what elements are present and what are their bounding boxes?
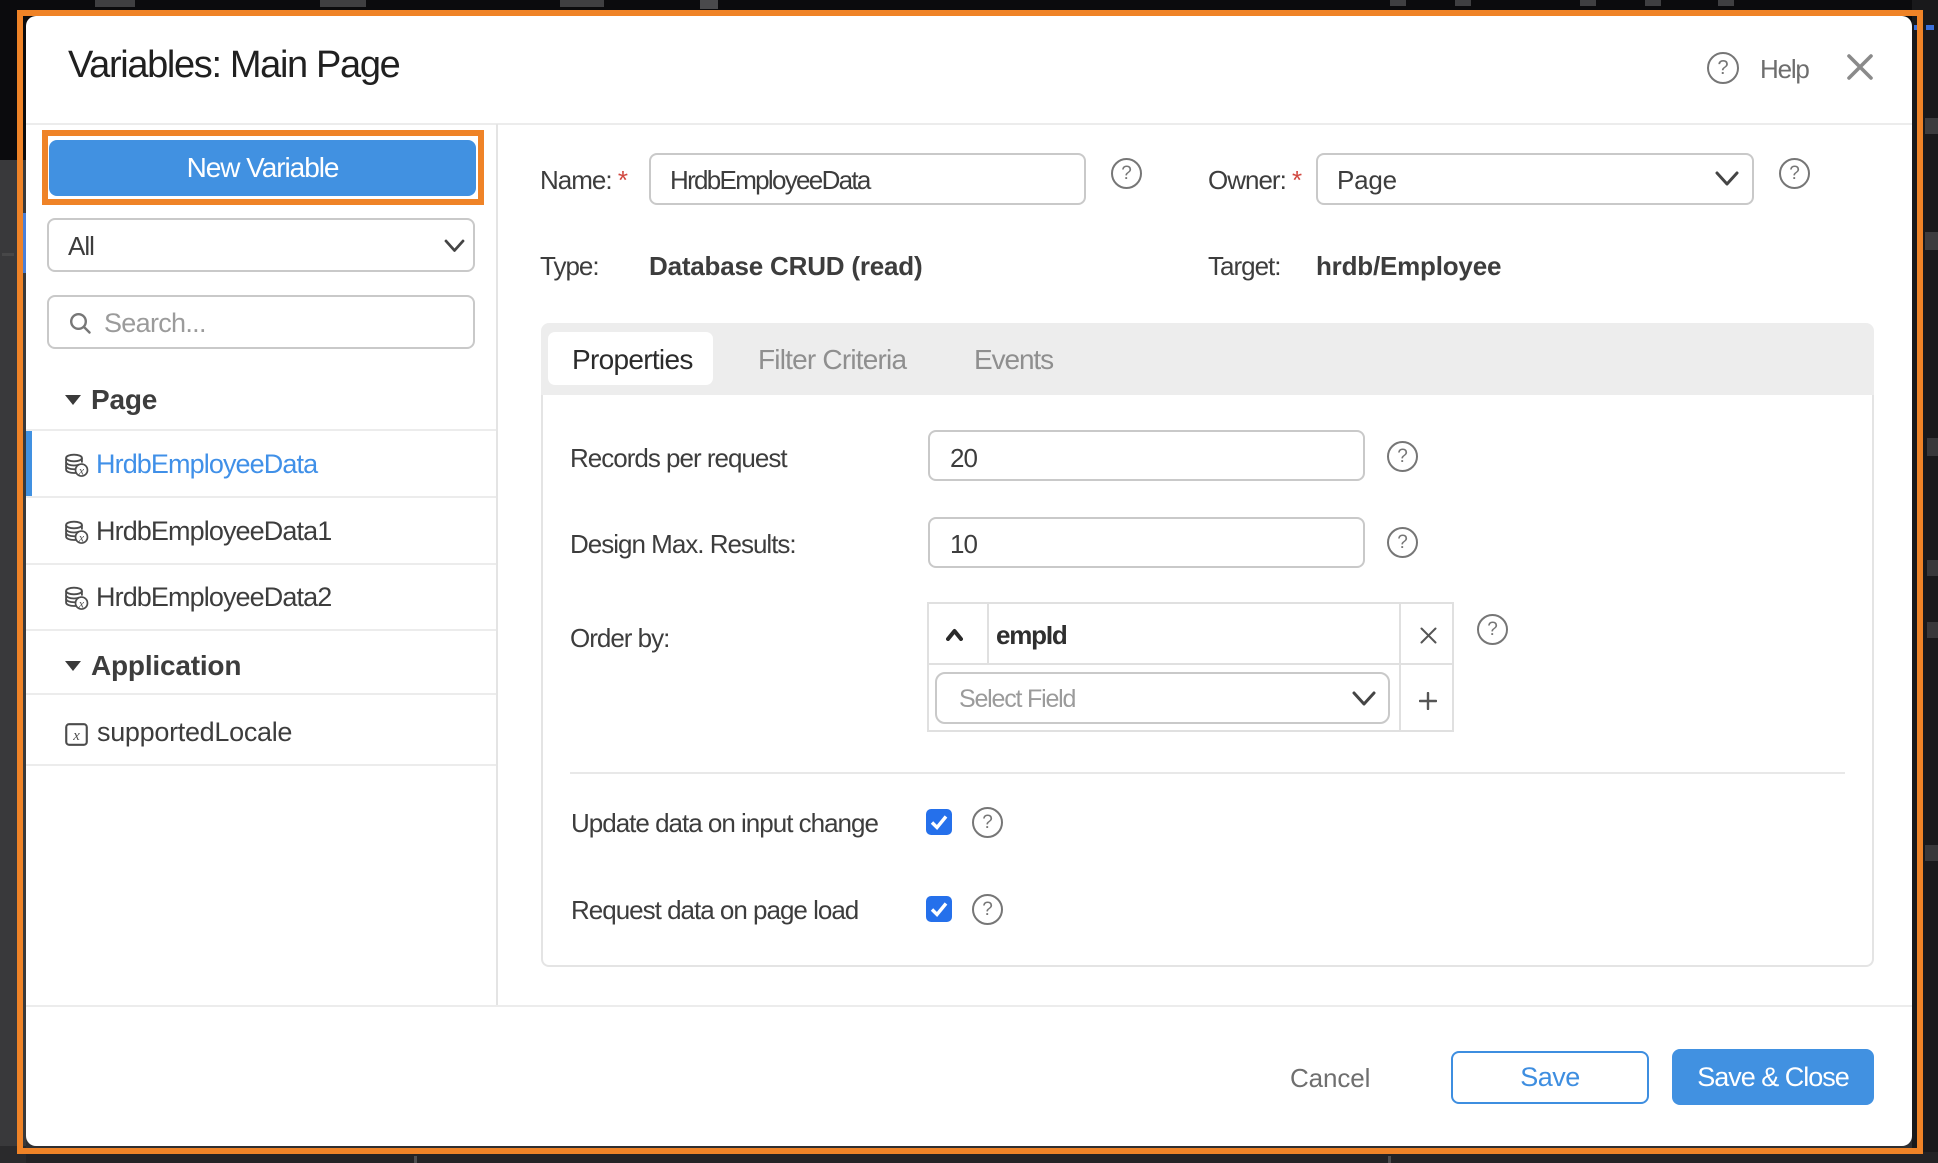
svg-text:x: x (72, 728, 80, 744)
